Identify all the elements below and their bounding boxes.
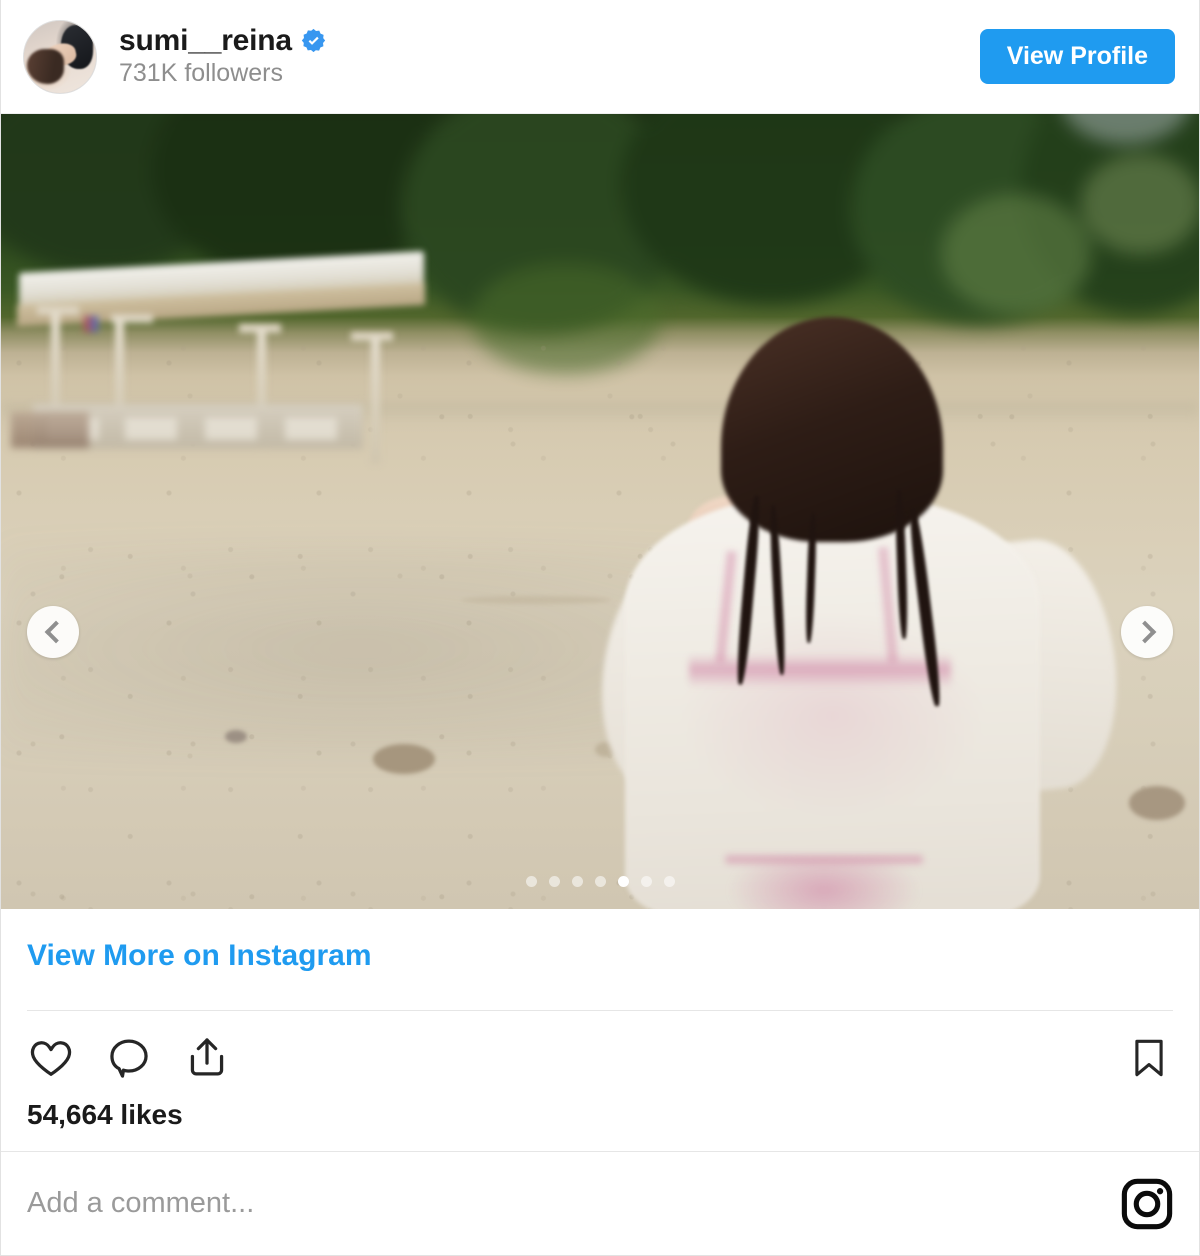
username[interactable]: sumi__reina — [119, 25, 292, 57]
carousel-dot[interactable] — [571, 876, 583, 887]
sand-debris — [225, 730, 247, 743]
post-image — [1, 114, 1199, 909]
beach-pavilion — [11, 251, 431, 464]
comment-button[interactable] — [105, 1034, 153, 1082]
username-row: sumi__reina — [119, 25, 326, 57]
view-more-on-instagram-link[interactable]: View More on Instagram — [27, 939, 372, 972]
post-media[interactable] — [1, 114, 1199, 909]
share-button[interactable] — [183, 1034, 231, 1082]
carousel-dot-active[interactable] — [617, 876, 629, 887]
view-more-section: View More on Instagram — [1, 909, 1199, 972]
carousel-dots — [1, 876, 1199, 887]
instagram-embed-card: sumi__reina 731K followers View Profile — [0, 0, 1200, 1256]
action-bar-right — [1125, 1034, 1173, 1082]
sheer-knit-top — [625, 494, 1040, 909]
chevron-right-icon — [1133, 620, 1156, 644]
photo-subject — [593, 299, 1128, 909]
carousel-next-button[interactable] — [1121, 606, 1173, 658]
chevron-left-icon — [44, 620, 67, 644]
carousel-dot[interactable] — [548, 876, 560, 887]
like-count: 54,664 likes — [27, 1099, 183, 1130]
carousel-dot[interactable] — [525, 876, 537, 887]
carousel-dot[interactable] — [663, 876, 675, 887]
action-bar-left — [27, 1034, 231, 1082]
sand-debris — [461, 596, 611, 604]
sand-debris — [1129, 786, 1185, 820]
view-profile-button[interactable]: View Profile — [979, 29, 1175, 84]
bookmark-icon — [1135, 1039, 1163, 1077]
carousel-dot[interactable] — [640, 876, 652, 887]
avatar-detail-hair — [26, 49, 65, 84]
carousel-prev-button[interactable] — [27, 606, 79, 658]
post-footer: View More on Instagram 54,664 likes Add … — [1, 909, 1199, 1255]
like-button[interactable] — [27, 1034, 75, 1082]
heart-icon — [30, 1041, 72, 1076]
carousel-dot[interactable] — [594, 876, 606, 887]
instagram-logo-icon[interactable] — [1119, 1176, 1175, 1232]
save-button[interactable] — [1125, 1034, 1173, 1082]
avatar[interactable] — [23, 19, 97, 94]
comment-input[interactable] — [27, 1187, 1119, 1220]
verified-badge-icon — [301, 28, 326, 53]
post-header: sumi__reina 731K followers View Profile — [1, 0, 1199, 114]
sand-debris — [373, 744, 435, 774]
account-identity: sumi__reina 731K followers — [119, 25, 326, 88]
follower-count: 731K followers — [119, 59, 283, 88]
comment-bubble-icon — [110, 1039, 148, 1078]
action-bar — [1, 1011, 1199, 1082]
comment-bar — [1, 1151, 1199, 1255]
share-icon — [190, 1038, 224, 1076]
